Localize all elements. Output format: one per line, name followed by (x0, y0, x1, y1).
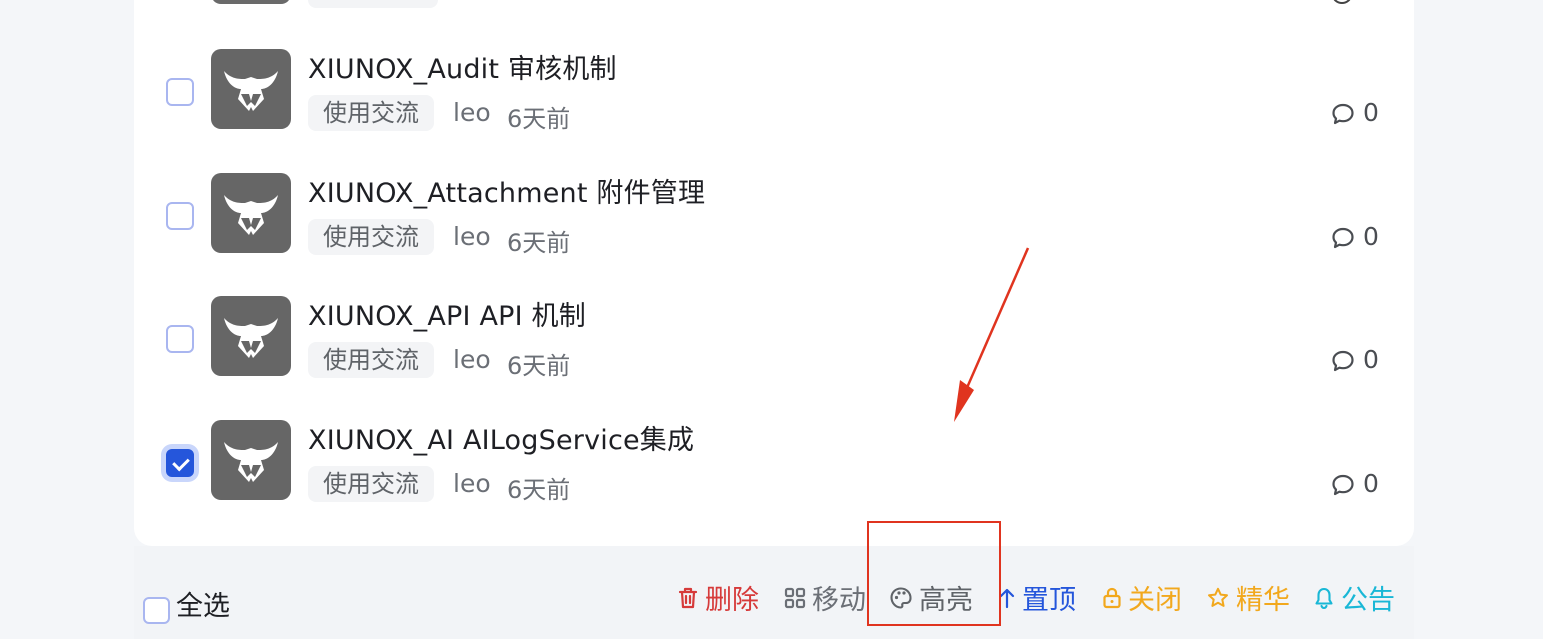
sticky-button[interactable]: 置顶 (998, 578, 1076, 617)
topic-comments: 0 (1331, 469, 1379, 498)
topic-row[interactable]: XIUNOX_Audit 审核机制 使用交流 leo 6天前 0 (134, 41, 1414, 141)
lock-icon (1102, 586, 1122, 610)
select-all-control[interactable]: 全选 (143, 583, 230, 624)
delete-button[interactable]: 删除 (677, 578, 759, 617)
digest-label[interactable]: 精华 (1236, 578, 1290, 617)
topic-category-tag[interactable]: 使用交流 (308, 219, 434, 255)
bull-head-logo[interactable] (211, 296, 291, 376)
grid-icon (784, 587, 806, 609)
bull-head-logo[interactable] (211, 420, 291, 500)
bull-head-logo[interactable] (211, 173, 291, 253)
chat-bubble-icon (1331, 349, 1355, 371)
topic-checkbox[interactable] (166, 78, 194, 106)
move-label[interactable]: 移动 (812, 578, 866, 617)
select-all-checkbox[interactable] (143, 597, 170, 624)
topic-author[interactable]: leo (453, 469, 491, 498)
trash-icon (677, 586, 699, 610)
close-button[interactable]: 关闭 (1102, 578, 1182, 617)
topic-list-page: XIUNOX_Audit 审核机制 使用交流 leo 6天前 0 XIUNOX_… (0, 0, 1543, 639)
sticky-label[interactable]: 置顶 (1022, 578, 1076, 617)
topic-checkbox-checked[interactable] (166, 449, 194, 477)
topic-category-tag[interactable]: 使用交流 (308, 342, 434, 378)
chat-bubble-icon (1331, 473, 1355, 495)
topic-row-selected[interactable]: XIUNOX_AI AILogService集成 使用交流 leo 6天前 0 (134, 412, 1414, 512)
topic-author[interactable]: leo (453, 345, 491, 374)
select-all-label[interactable]: 全选 (176, 584, 230, 623)
topic-time: 6天前 (507, 229, 571, 257)
topic-author[interactable]: leo (453, 222, 491, 251)
star-icon (1206, 586, 1230, 610)
topic-avatar-partial (211, 0, 291, 4)
topic-row[interactable]: XIUNOX_Attachment 附件管理 使用交流 leo 6天前 0 (134, 165, 1414, 265)
chat-bubble-icon (1331, 226, 1355, 248)
topic-title[interactable]: XIUNOX_API API 机制 (308, 294, 586, 333)
topic-time: 6天前 (507, 476, 571, 504)
topic-comments: 0 (1331, 222, 1379, 251)
announce-button[interactable]: 公告 (1313, 578, 1395, 617)
topic-row[interactable]: XIUNOX_API API 机制 使用交流 leo 6天前 0 (134, 288, 1414, 388)
bull-head-logo[interactable] (211, 49, 291, 129)
topic-time: 6天前 (507, 105, 571, 133)
delete-label[interactable]: 删除 (705, 578, 759, 617)
topic-title[interactable]: XIUNOX_AI AILogService集成 (308, 418, 694, 457)
comment-count: 0 (1363, 98, 1379, 127)
topic-time: 6天前 (507, 352, 571, 380)
topic-category-tag-partial (308, 0, 438, 8)
announce-label[interactable]: 公告 (1341, 578, 1395, 617)
comment-count: 0 (1363, 345, 1379, 374)
topic-comments: 0 (1331, 98, 1379, 127)
digest-button[interactable]: 精华 (1206, 578, 1290, 617)
comment-count: 0 (1363, 469, 1379, 498)
close-label[interactable]: 关闭 (1128, 578, 1182, 617)
topic-title[interactable]: XIUNOX_Attachment 附件管理 (308, 171, 705, 210)
topic-checkbox[interactable] (166, 202, 194, 230)
annotation-highlight-box (867, 521, 1001, 626)
topic-comments: 0 (1331, 345, 1379, 374)
topic-title[interactable]: XIUNOX_Audit 审核机制 (308, 47, 617, 86)
chat-bubble-icon (1331, 102, 1355, 124)
bell-icon (1313, 586, 1335, 610)
topic-category-tag[interactable]: 使用交流 (308, 466, 434, 502)
topic-author[interactable]: leo (453, 98, 491, 127)
comment-count: 0 (1363, 222, 1379, 251)
topic-category-tag[interactable]: 使用交流 (308, 95, 434, 131)
topic-checkbox[interactable] (166, 325, 194, 353)
move-button[interactable]: 移动 (784, 578, 866, 617)
